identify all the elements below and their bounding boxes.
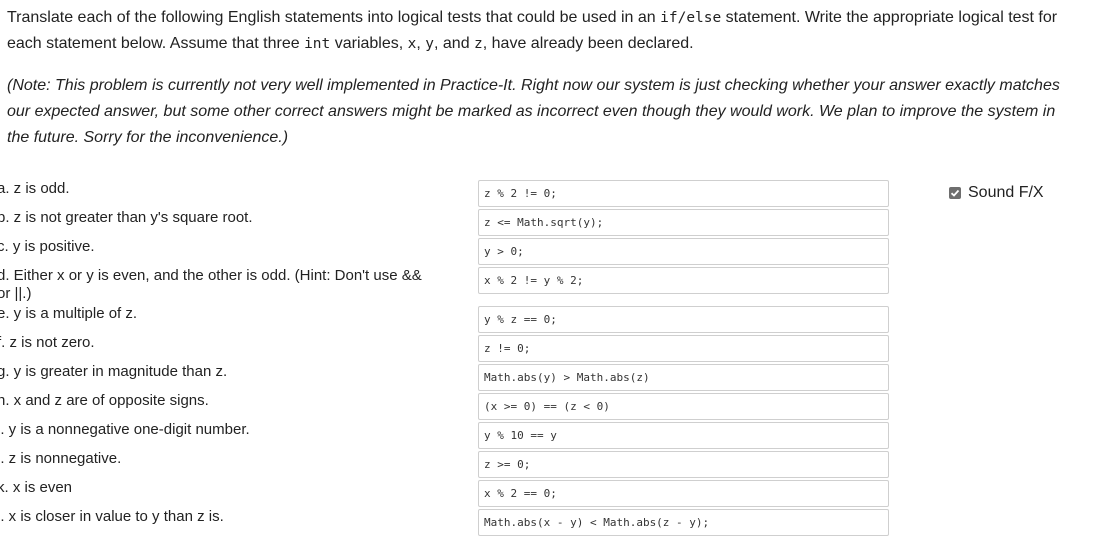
code-var-y: y [425, 36, 434, 52]
answer-field-container [478, 451, 889, 478]
answer-field-container [478, 422, 889, 449]
instructions-text: Translate each of the following English … [7, 9, 661, 26]
sound-fx-label: Sound F/X [968, 184, 1044, 201]
question-label: b. z is not greater than y's square root… [0, 209, 253, 226]
instructions-text: variables, [330, 35, 408, 52]
answer-input[interactable] [479, 268, 879, 293]
question-label: l. x is closer in value to y than z is. [0, 508, 224, 525]
checkmark-icon [950, 189, 960, 197]
answer-field-container [478, 335, 889, 362]
sound-fx-toggle[interactable]: Sound F/X [949, 184, 1044, 202]
answer-input[interactable] [479, 181, 879, 206]
answer-input[interactable] [479, 307, 879, 332]
question-label: h. x and z are of opposite signs. [0, 392, 209, 409]
answer-field-container [478, 364, 889, 391]
answer-field-container [478, 238, 889, 265]
answer-field-container [478, 180, 889, 207]
answer-input[interactable] [479, 210, 879, 235]
code-if-else: if/else [660, 10, 722, 26]
instructions-text: , [416, 35, 426, 52]
question-label: f. z is not zero. [0, 334, 95, 351]
answer-input[interactable] [479, 423, 879, 448]
code-var-z: z [474, 36, 483, 52]
question-label: a. z is odd. [0, 180, 70, 197]
answer-input[interactable] [479, 239, 879, 264]
answer-input[interactable] [479, 452, 879, 477]
answer-input[interactable] [479, 394, 879, 419]
answer-field-container [478, 393, 889, 420]
answer-input[interactable] [479, 336, 879, 361]
answer-field-container [478, 209, 889, 236]
instructions-text: , have already been declared. [482, 35, 694, 52]
question-label: d. Either x or y is even, and the other … [0, 267, 422, 302]
note: (Note: This problem is currently not ver… [7, 77, 1060, 146]
question-label: c. y is positive. [0, 238, 95, 255]
question-label: j. z is nonnegative. [0, 450, 122, 467]
answer-field-container [478, 267, 889, 294]
question-label: i. y is a nonnegative one-digit number. [0, 421, 250, 438]
question-label: e. y is a multiple of z. [0, 305, 138, 322]
question-label: k. x is even [0, 479, 73, 496]
answer-field-container [478, 509, 889, 536]
question-label: g. y is greater in magnitude than z. [0, 363, 228, 380]
instructions-text: , and [434, 35, 475, 52]
instructions: Translate each of the following English … [7, 5, 1067, 57]
answer-input[interactable] [479, 365, 879, 390]
sound-fx-checkbox[interactable] [949, 187, 961, 199]
code-int: int [304, 36, 331, 52]
answer-field-container [478, 306, 889, 333]
answer-input[interactable] [479, 510, 879, 535]
answer-field-container [478, 480, 889, 507]
answer-input[interactable] [479, 481, 879, 506]
